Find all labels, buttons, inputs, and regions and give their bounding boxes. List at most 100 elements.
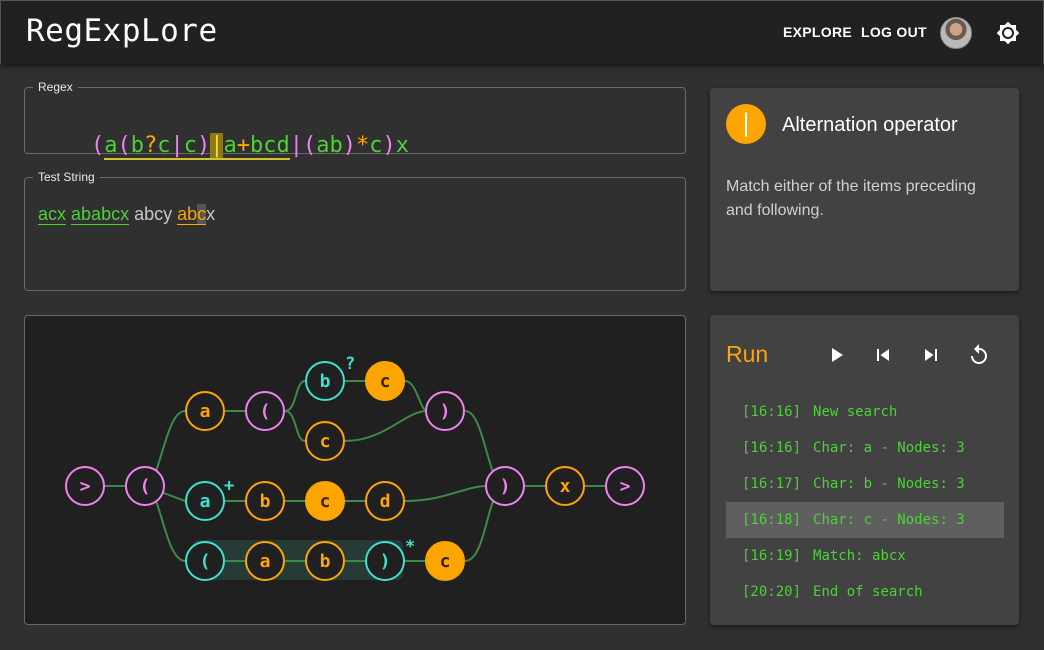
regex-label: Regex bbox=[38, 80, 73, 94]
graph-node-label: a bbox=[200, 491, 211, 512]
run-title: Run bbox=[726, 341, 769, 367]
operator-info-card: | Alternation operator Match either of t… bbox=[710, 88, 1019, 291]
test-match: ababcx bbox=[71, 204, 130, 225]
test-string-input[interactable]: acx ababcx abcy abcx bbox=[38, 204, 215, 225]
graph-node-label: d bbox=[380, 491, 391, 512]
graph-node-label: a bbox=[200, 401, 211, 422]
log-timestamp: [20:20] bbox=[742, 584, 802, 600]
regex-token: ( bbox=[117, 133, 131, 158]
regex-token: ) bbox=[342, 133, 356, 158]
log-entry[interactable]: [16:16] Char: a - Nodes: 3 bbox=[726, 430, 1004, 466]
graph-node-label: c bbox=[320, 431, 331, 452]
graph-node[interactable]: c bbox=[305, 421, 345, 461]
regex-token: + bbox=[236, 133, 250, 158]
graph-node[interactable]: b bbox=[305, 541, 345, 581]
graph-node[interactable]: > bbox=[605, 466, 645, 506]
graph-node-label: a bbox=[260, 551, 271, 572]
log-entry[interactable]: [16:16] New search bbox=[726, 394, 1004, 430]
regex-token: ) bbox=[196, 133, 211, 158]
log-entry[interactable]: [16:18] Char: c - Nodes: 3 bbox=[726, 502, 1004, 538]
log-entry[interactable]: [16:19] Match: abcx bbox=[726, 538, 1004, 574]
test-cursor-char: c bbox=[197, 204, 207, 224]
regex-graph-panel: > ( a ( b c c) a b c d ( a b) c) x > ? + * bbox=[24, 315, 686, 625]
log-text: End of search bbox=[813, 584, 923, 600]
regex-token: b bbox=[329, 133, 343, 158]
graph-node[interactable]: ) bbox=[425, 391, 465, 431]
operator-title: Alternation operator bbox=[782, 114, 958, 136]
graph-node-label: ) bbox=[440, 401, 451, 422]
skip-previous-icon[interactable] bbox=[871, 343, 895, 367]
graph-node[interactable]: a bbox=[245, 541, 285, 581]
graph-node[interactable]: ) bbox=[365, 541, 405, 581]
skip-next-icon[interactable] bbox=[919, 343, 943, 367]
graph-node[interactable]: c bbox=[425, 541, 465, 581]
regex-token: | bbox=[170, 133, 184, 158]
test-string-field[interactable]: Test String acx ababcx abcy abcx bbox=[24, 170, 686, 291]
graph-node-label: ( bbox=[140, 476, 151, 497]
graph-node-label: c bbox=[320, 491, 331, 512]
graph-node[interactable]: d bbox=[365, 481, 405, 521]
regex-token: | bbox=[289, 133, 303, 158]
graph-node-label: ) bbox=[500, 476, 511, 497]
regex-token: c bbox=[369, 133, 383, 158]
log-text: New search bbox=[813, 404, 898, 420]
regex-token: c bbox=[263, 133, 277, 158]
run-log: [16:16] New search [16:16] Char: a - Nodes:… bbox=[726, 394, 1004, 610]
test-string-label: Test String bbox=[38, 170, 95, 184]
brightness-icon[interactable] bbox=[996, 21, 1020, 45]
graph-node-label: ) bbox=[380, 551, 391, 572]
regex-token: a bbox=[104, 133, 118, 158]
regex-token: ( bbox=[302, 133, 317, 158]
regex-token: b bbox=[249, 133, 264, 158]
graph-node[interactable]: c bbox=[365, 361, 405, 401]
play-icon[interactable] bbox=[824, 343, 848, 367]
log-text: Match: abcx bbox=[813, 548, 906, 564]
test-current-match: abc bbox=[177, 204, 207, 225]
log-timestamp: [16:17] bbox=[742, 476, 802, 492]
graph-node-label: c bbox=[440, 551, 451, 572]
graph-node[interactable]: x bbox=[545, 466, 585, 506]
test-text: abcy bbox=[129, 204, 178, 224]
regex-token: a bbox=[316, 133, 330, 158]
app-title: RegExpLore bbox=[26, 13, 218, 49]
regex-token: * bbox=[355, 133, 370, 158]
graph-node-label: b bbox=[320, 551, 331, 572]
quantifier-plus: + bbox=[224, 476, 234, 496]
logout-link[interactable]: LOG OUT bbox=[861, 24, 927, 40]
graph-node-label: > bbox=[620, 476, 631, 497]
regex-token: a bbox=[223, 133, 237, 158]
log-text: Char: c - Nodes: 3 bbox=[813, 512, 965, 528]
log-timestamp: [16:16] bbox=[742, 404, 802, 420]
graph-node[interactable]: ) bbox=[485, 466, 525, 506]
log-entry[interactable]: [20:20] End of search bbox=[726, 574, 1004, 610]
graph-node-label: x bbox=[560, 476, 571, 497]
graph-node-label: b bbox=[260, 491, 271, 512]
graph-node[interactable]: ( bbox=[245, 391, 285, 431]
graph-node[interactable]: ( bbox=[185, 541, 225, 581]
avatar[interactable] bbox=[940, 17, 972, 49]
graph-node[interactable]: b bbox=[245, 481, 285, 521]
log-timestamp: [16:19] bbox=[742, 548, 802, 564]
explore-link[interactable]: EXPLORE bbox=[783, 24, 852, 40]
quantifier-optional: ? bbox=[345, 354, 355, 374]
log-entry[interactable]: [16:17] Char: b - Nodes: 3 bbox=[726, 466, 1004, 502]
run-panel: Run [16:16] New search [16:16] Char: a - No… bbox=[710, 315, 1019, 625]
graph-edges bbox=[85, 380, 605, 562]
graph-node[interactable]: c bbox=[305, 481, 345, 521]
log-text: Char: a - Nodes: 3 bbox=[813, 440, 965, 456]
graph-node[interactable]: b bbox=[305, 361, 345, 401]
graph-node-label: c bbox=[380, 371, 391, 392]
quantifier-star: * bbox=[405, 537, 415, 557]
graph-node[interactable]: a bbox=[185, 391, 225, 431]
regex-token: d bbox=[276, 133, 290, 158]
log-timestamp: [16:18] bbox=[742, 512, 802, 528]
operator-badge: | bbox=[726, 104, 766, 144]
graph-node[interactable]: ( bbox=[125, 466, 165, 506]
regex-field[interactable]: Regex (a(b?c|c)|a+bcd|(ab)*c)x bbox=[24, 80, 686, 160]
graph-node[interactable]: a bbox=[185, 481, 225, 521]
regex-token: b bbox=[130, 133, 144, 158]
graph-node[interactable]: > bbox=[65, 466, 105, 506]
replay-icon[interactable] bbox=[967, 343, 991, 367]
test-text: x bbox=[206, 204, 216, 224]
log-text: Char: b - Nodes: 3 bbox=[813, 476, 965, 492]
